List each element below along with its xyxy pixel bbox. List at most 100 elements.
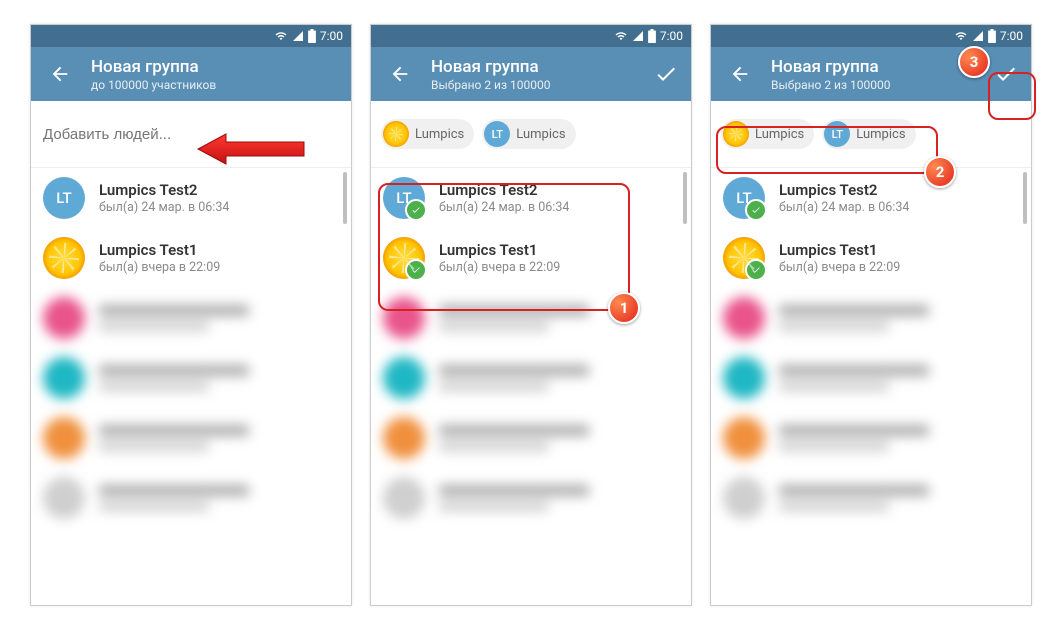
phone-screen: 7:00 Новая группаВыбрано 2 из 100000 Lumpi…: [370, 24, 692, 606]
avatar: [723, 477, 765, 519]
avatar: [43, 477, 85, 519]
contact-list[interactable]: LTLumpics Test2был(а) 24 мар. в 06:34Lum…: [371, 168, 691, 528]
contact-row-blurred: [711, 348, 1031, 408]
contact-row[interactable]: Lumpics Test1был(а) вчера в 22:09: [711, 228, 1031, 288]
contact-name: Lumpics Test1: [779, 241, 900, 259]
contact-row-blurred: [711, 468, 1031, 528]
chips-area: Lumpics LT Lumpics: [711, 101, 1031, 168]
contact-row-blurred: [31, 408, 351, 468]
scroll-indicator: [343, 172, 347, 224]
back-button[interactable]: [381, 55, 419, 93]
contact-name: Lumpics Test2: [439, 181, 569, 199]
app-header: Новая группаВыбрано 2 из 100000: [371, 47, 691, 101]
contact-row[interactable]: Lumpics Test1был(а) вчера в 22:09: [31, 228, 351, 288]
battery-icon: [648, 29, 656, 43]
chip-avatar: LT: [484, 121, 510, 147]
contact-row-blurred: [711, 288, 1031, 348]
check-icon: [994, 62, 1018, 86]
header-title: Новая группа: [771, 57, 987, 77]
contact-row-blurred: [31, 468, 351, 528]
app-header: Новая группадо 100000 участников: [31, 47, 351, 101]
chips-area: [31, 101, 351, 168]
app-header: Новая группаВыбрано 2 из 100000: [711, 47, 1031, 101]
status-time: 7:00: [320, 29, 343, 43]
battery-icon: [988, 29, 996, 43]
phone-screen: 7:00 Новая группадо 100000 участников LT Lu…: [30, 24, 352, 606]
avatar: LT: [383, 177, 425, 219]
arrow-back-icon: [729, 63, 751, 85]
avatar: [383, 237, 425, 279]
signal-icon: [972, 30, 984, 42]
status-time: 7:00: [1000, 29, 1023, 43]
wifi-icon: [274, 30, 288, 42]
battery-icon: [308, 29, 316, 43]
avatar: [723, 417, 765, 459]
selected-chip[interactable]: Lumpics: [381, 119, 474, 149]
chip-label: Lumpics: [516, 127, 565, 142]
contact-row[interactable]: LT Lumpics Test2был(а) 24 мар. в 06:34: [31, 168, 351, 228]
check-icon: [751, 265, 761, 275]
contact-row-blurred: [371, 468, 691, 528]
check-icon: [411, 205, 421, 215]
chip-avatar: LT: [824, 121, 850, 147]
selected-chip[interactable]: LT Lumpics: [822, 119, 915, 149]
header-subtitle: до 100000 участников: [91, 78, 345, 92]
selected-chip[interactable]: LT Lumpics: [482, 119, 575, 149]
avatar: [383, 297, 425, 339]
status-bar: 7:00: [31, 25, 351, 47]
contact-row[interactable]: Lumpics Test1был(а) вчера в 22:09: [371, 228, 691, 288]
phone-screen: 7:00 Новая группаВыбрано 2 из 100000 Lumpi…: [710, 24, 1032, 606]
selected-badge: [405, 199, 427, 221]
contact-name: Lumpics Test2: [99, 181, 229, 199]
wifi-icon: [614, 30, 628, 42]
avatar: [43, 237, 85, 279]
wifi-icon: [954, 30, 968, 42]
add-people-input[interactable]: [41, 125, 341, 144]
check-icon: [411, 265, 421, 275]
contact-row-blurred: [711, 408, 1031, 468]
contact-row-blurred: [371, 348, 691, 408]
status-bar: 7:00: [371, 25, 691, 47]
avatar: [383, 417, 425, 459]
header-title: Новая группа: [431, 57, 647, 77]
header-title: Новая группа: [91, 57, 345, 77]
avatar: [383, 477, 425, 519]
contact-row[interactable]: LTLumpics Test2был(а) 24 мар. в 06:34: [711, 168, 1031, 228]
contact-status: был(а) вчера в 22:09: [439, 260, 560, 275]
signal-icon: [292, 30, 304, 42]
chip-avatar: [723, 121, 749, 147]
back-button[interactable]: [41, 55, 79, 93]
confirm-button[interactable]: [987, 55, 1025, 93]
scroll-indicator: [1023, 172, 1027, 224]
contact-list[interactable]: LT Lumpics Test2был(а) 24 мар. в 06:34 Lum…: [31, 168, 351, 528]
avatar: [43, 417, 85, 459]
check-icon: [654, 62, 678, 86]
selected-chip[interactable]: Lumpics: [721, 119, 814, 149]
arrow-back-icon: [49, 63, 71, 85]
back-button[interactable]: [721, 55, 759, 93]
chip-label: Lumpics: [856, 127, 905, 142]
avatar: [43, 357, 85, 399]
chip-avatar: [383, 121, 409, 147]
contact-list[interactable]: LTLumpics Test2был(а) 24 мар. в 06:34Lum…: [711, 168, 1031, 528]
contact-row[interactable]: LTLumpics Test2был(а) 24 мар. в 06:34: [371, 168, 691, 228]
contact-status: был(а) 24 мар. в 06:34: [99, 200, 229, 215]
header-subtitle: Выбрано 2 из 100000: [431, 78, 647, 92]
chip-label: Lumpics: [755, 127, 804, 142]
avatar: [723, 357, 765, 399]
status-time: 7:00: [660, 29, 683, 43]
selected-badge: [405, 259, 427, 281]
check-icon: [751, 205, 761, 215]
header-subtitle: Выбрано 2 из 100000: [771, 78, 987, 92]
status-bar: 7:00: [711, 25, 1031, 47]
contact-name: Lumpics Test1: [439, 241, 560, 259]
confirm-button[interactable]: [647, 55, 685, 93]
arrow-back-icon: [389, 63, 411, 85]
signal-icon: [632, 30, 644, 42]
avatar: [383, 357, 425, 399]
avatar: LT: [723, 177, 765, 219]
scroll-indicator: [683, 172, 687, 224]
contact-name: Lumpics Test2: [779, 181, 909, 199]
avatar: LT: [43, 177, 85, 219]
contact-status: был(а) вчера в 22:09: [99, 260, 220, 275]
